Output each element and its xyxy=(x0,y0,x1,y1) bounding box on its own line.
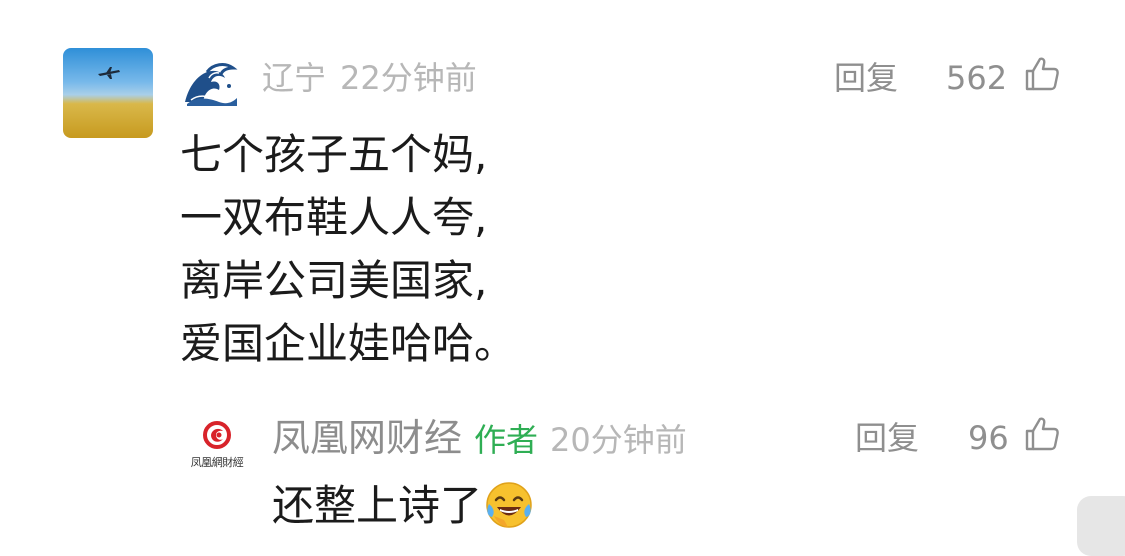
thumbs-up-icon[interactable] xyxy=(1024,56,1060,92)
comment-line: 爱国企业娃哈哈。 xyxy=(180,319,517,368)
wave-badge-icon xyxy=(183,56,239,106)
ifeng-finance-avatar[interactable]: 凤凰網財經 xyxy=(182,418,252,470)
reply-button[interactable]: 回复 xyxy=(855,418,919,458)
reply-body: 还整上诗了 xyxy=(272,478,534,534)
reply-text: 还整上诗了 xyxy=(272,481,483,530)
ifeng-logo-text: 凤凰網財經 xyxy=(190,456,244,469)
user-avatar[interactable] xyxy=(63,48,153,138)
comment-body: 七个孩子五个妈, 一双布鞋人人夸, 离岸公司美国家, 爱国企业娃哈哈。 xyxy=(180,123,516,375)
reply-meta: 凤凰网财经 作者 20分钟前 xyxy=(272,416,687,468)
reply-time: 20分钟前 xyxy=(550,421,687,459)
comment-time: 22分钟前 xyxy=(340,59,477,97)
comment-location: 辽宁 xyxy=(262,59,327,97)
comment-line: 离岸公司美国家, xyxy=(180,256,488,305)
author-badge: 作者 xyxy=(474,421,539,459)
scroll-handle[interactable] xyxy=(1077,496,1125,556)
author-name[interactable]: 凤凰网财经 xyxy=(272,416,462,460)
thumbs-up-icon[interactable] xyxy=(1024,416,1060,452)
face-with-tears-of-joy-icon xyxy=(486,481,532,528)
airplane-icon xyxy=(98,67,120,79)
like-count: 562 xyxy=(946,59,1008,97)
comment-meta: 辽宁 22分钟前 xyxy=(262,58,477,98)
comment-line: 七个孩子五个妈, xyxy=(180,130,488,179)
like-count: 96 xyxy=(968,419,1009,457)
ifeng-logo-icon xyxy=(203,421,231,449)
comment-line: 一双布鞋人人夸, xyxy=(180,193,488,242)
reply-button[interactable]: 回复 xyxy=(834,58,898,98)
